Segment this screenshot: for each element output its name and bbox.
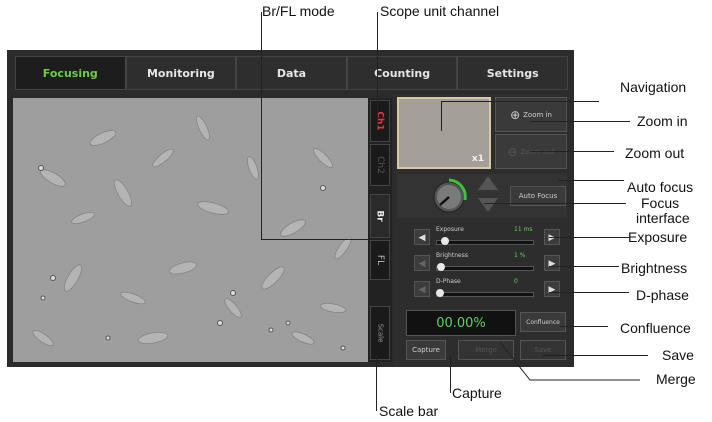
focus-knob-icon[interactable]: [430, 178, 468, 216]
brightness-increase-button[interactable]: ▶: [544, 255, 560, 271]
zoom-out-icon: ⊖: [507, 144, 518, 159]
callout-zoom-out: Zoom out: [625, 145, 685, 161]
br-label: Br: [375, 210, 385, 222]
capture-button[interactable]: Capture: [406, 340, 446, 360]
brightness-slider[interactable]: [436, 266, 534, 271]
cell-image: [13, 98, 368, 362]
navigation-thumbnail[interactable]: x1: [397, 97, 491, 169]
channel-2-button[interactable]: Ch2: [370, 144, 390, 186]
focus-up-arrow-icon[interactable]: [478, 176, 498, 190]
callout-merge: Merge: [656, 371, 696, 387]
tab-bar: Focusing Monitoring Data Counting Settin…: [15, 56, 568, 90]
zoom-level-label: x1: [471, 154, 484, 164]
focus-down-arrow-icon[interactable]: [478, 198, 498, 212]
callout-focus-interface-line2: interface: [636, 210, 690, 226]
callout-capture: Capture: [452, 385, 502, 401]
tab-focusing[interactable]: Focusing: [15, 56, 126, 90]
exposure-value: 11 ms: [514, 226, 533, 233]
left-arrow-icon: ◀: [418, 231, 426, 242]
tab-settings[interactable]: Settings: [457, 56, 568, 90]
fl-label: FL: [374, 254, 385, 266]
scale-bar-button[interactable]: Scale: [370, 306, 390, 360]
callout-zoom-in: Zoom in: [637, 113, 688, 129]
app-window: Focusing Monitoring Data Counting Settin…: [7, 50, 574, 367]
left-arrow-icon: ◀: [418, 283, 426, 294]
exposure-decrease-button[interactable]: ◀: [414, 229, 430, 245]
channel-1-button[interactable]: Ch1: [370, 100, 390, 142]
brightness-decrease-button[interactable]: ◀: [414, 255, 430, 271]
control-panel: x1 ⊕ Zoom in ⊖ Zoom out Auto Focus ◀ Exp…: [394, 94, 570, 366]
dphase-increase-button[interactable]: ▶: [544, 281, 560, 297]
callout-brightness: Brightness: [621, 260, 688, 276]
callout-auto-focus: Auto focus: [627, 179, 694, 195]
zoom-in-button[interactable]: ⊕ Zoom in: [495, 97, 567, 132]
callout-br-fl-mode: Br/FL mode: [262, 3, 335, 19]
callout-focus-interface-line1: Focus: [641, 195, 680, 211]
callout-navigation: Navigation: [620, 79, 687, 95]
brightness-label: Brightness: [436, 252, 468, 259]
brightness-value: 1 %: [514, 252, 526, 259]
scale-label: Scale: [376, 323, 384, 343]
dphase-value: 0: [514, 278, 518, 285]
exposure-slider[interactable]: [436, 240, 534, 245]
tab-counting[interactable]: Counting: [346, 56, 458, 90]
tab-monitoring[interactable]: Monitoring: [125, 56, 237, 90]
fl-mode-button[interactable]: FL: [370, 240, 390, 280]
zoom-in-icon: ⊕: [510, 107, 521, 122]
channel-2-label: Ch2: [375, 156, 385, 174]
callout-scale-bar: Scale bar: [379, 403, 439, 419]
confluence-button[interactable]: Confluence: [520, 312, 566, 332]
callout-exposure: Exposure: [628, 229, 688, 245]
left-arrow-icon: ◀: [418, 257, 426, 268]
merge-callout-line: [499, 341, 640, 381]
callout-save: Save: [662, 347, 694, 363]
dphase-slider[interactable]: [436, 292, 534, 297]
microscope-view[interactable]: [13, 98, 368, 362]
brightness-slider-handle[interactable]: [436, 263, 445, 271]
callout-scope-unit-channel: Scope unit channel: [380, 3, 500, 19]
zoom-in-label: Zoom in: [523, 110, 552, 119]
tab-data[interactable]: Data: [236, 56, 347, 90]
callout-confluence: Confluence: [620, 320, 691, 336]
callout-d-phase: D-phase: [636, 287, 689, 303]
dphase-slider-handle[interactable]: [436, 289, 444, 297]
dphase-label: D-Phase: [436, 278, 461, 285]
dphase-decrease-button[interactable]: ◀: [414, 281, 430, 297]
channel-column: Ch1 Ch2 Br FL Scale: [368, 98, 392, 362]
br-mode-button[interactable]: Br: [370, 194, 390, 238]
exposure-label: Exposure: [436, 226, 464, 233]
